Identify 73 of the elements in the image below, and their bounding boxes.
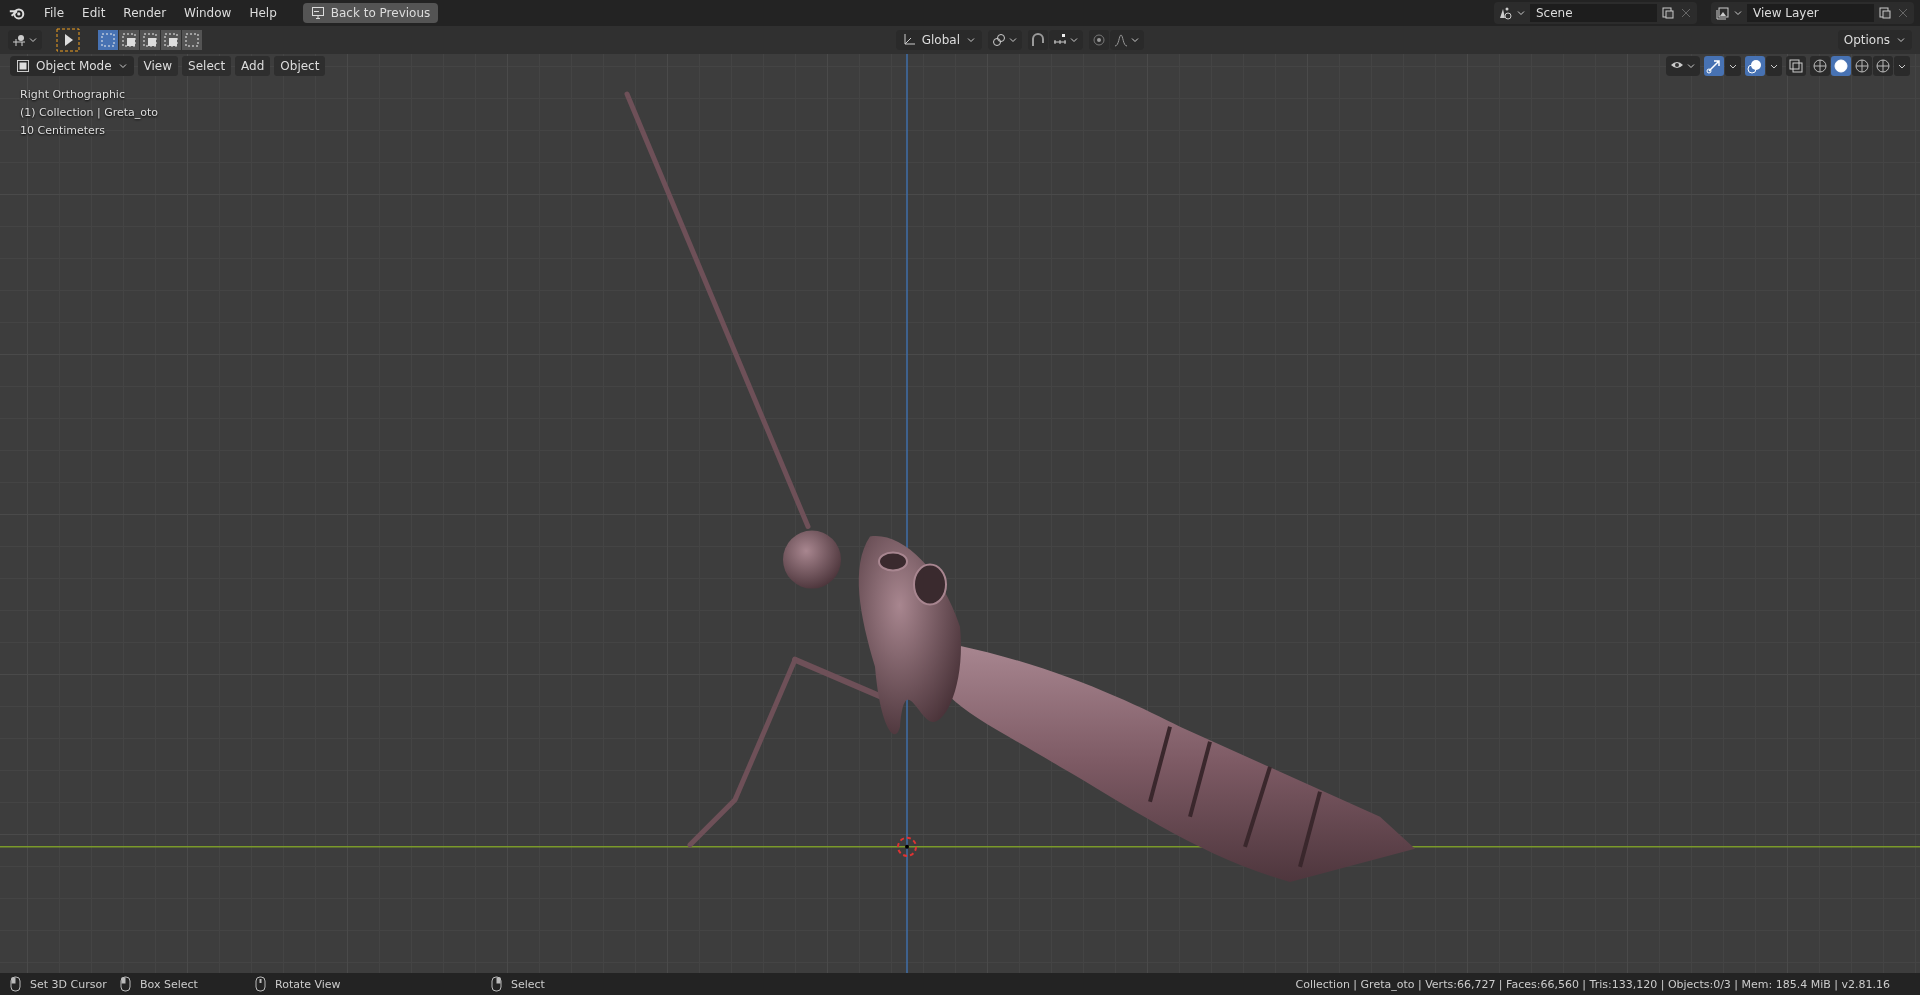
- overlays-icon[interactable]: [1745, 56, 1765, 76]
- menu-item[interactable]: Help: [241, 3, 285, 23]
- scene-name-field[interactable]: Scene: [1530, 4, 1657, 22]
- view-layer-selector[interactable]: View Layer: [1711, 2, 1914, 24]
- selection-mode-icon[interactable]: [140, 30, 160, 50]
- ruler-icon: [1053, 33, 1067, 47]
- shortcut-hint-text: Select: [511, 977, 545, 991]
- cube-icon: [16, 59, 30, 73]
- image-stack-icon: [1715, 6, 1729, 20]
- chevron-down-icon: [966, 35, 976, 45]
- back-to-previous-button[interactable]: Back to Previous: [302, 3, 439, 23]
- viewport-editor-icon: [12, 33, 26, 47]
- close-icon[interactable]: [1896, 6, 1910, 20]
- chevron-down-icon: [1686, 61, 1696, 71]
- viewport-info-text: (1) Collection | Greta_oto: [20, 106, 159, 119]
- gizmo-icon[interactable]: [1704, 56, 1724, 76]
- snap-target-dropdown[interactable]: [1049, 30, 1083, 50]
- link-icon: [992, 33, 1006, 47]
- viewport-info-text: 10 Centimeters: [20, 124, 106, 137]
- chevron-down-icon: [1733, 8, 1743, 18]
- menu-item[interactable]: Edit: [74, 3, 114, 23]
- magnet-icon[interactable]: [1028, 30, 1048, 50]
- mouse-icon: [120, 976, 132, 992]
- viewport-menu-item[interactable]: Select: [182, 56, 232, 76]
- chevron-down-icon: [1008, 35, 1018, 45]
- chevron-down-icon: [1130, 35, 1140, 45]
- selection-mode-icon[interactable]: [161, 30, 181, 50]
- shading-mode-icon[interactable]: [1831, 56, 1851, 76]
- chevron-down-icon: [1069, 35, 1079, 45]
- shading-mode-icon[interactable]: [1852, 56, 1872, 76]
- mouse-icon: [10, 976, 22, 992]
- chevron-down-icon: [117, 61, 128, 71]
- axes-icon: [901, 33, 916, 47]
- visibility-dropdown[interactable]: [1666, 56, 1700, 76]
- menu-item[interactable]: Render: [115, 3, 175, 23]
- 3d-cursor-icon[interactable]: [897, 836, 917, 857]
- scene-selector[interactable]: Scene: [1494, 2, 1697, 24]
- shortcut-hint-text: Box Select: [140, 977, 198, 991]
- proportional-edit-icon[interactable]: [1089, 30, 1109, 50]
- selection-mode-icon[interactable]: [119, 30, 139, 50]
- xray-toggle-icon[interactable]: [1786, 56, 1806, 76]
- copy-icon[interactable]: [1661, 6, 1675, 20]
- shading-mode-icon[interactable]: [1873, 56, 1893, 76]
- mode-dropdown[interactable]: Object Mode: [10, 56, 134, 76]
- menu-item[interactable]: Window: [176, 3, 240, 23]
- chevron-down-icon: [28, 35, 38, 45]
- 3d-viewport[interactable]: Global Options Object Mode View Select Add Object Right Orthographic (1) Collection | Greta_oto 10 Centimeters: [0, 26, 1920, 973]
- scene-statistics-text: Collection | Greta_oto | Verts:66,727 | Faces:66,560 | Tris:133,120 | Objects:0/3 | Mem: 185.4 MiB | v2.81.16: [1295, 977, 1890, 991]
- viewport-menu-item[interactable]: Add: [235, 56, 271, 76]
- falloff-curve-icon: [1114, 33, 1128, 47]
- view-layer-name-field[interactable]: View Layer: [1747, 4, 1874, 22]
- viewport-menu-item[interactable]: View: [137, 56, 179, 76]
- pivot-point-dropdown[interactable]: [988, 30, 1022, 50]
- mouse-icon: [491, 976, 503, 992]
- mouse-icon: [255, 976, 267, 992]
- selection-mode-icon[interactable]: [182, 30, 202, 50]
- options-dropdown[interactable]: Options: [1837, 30, 1912, 50]
- close-icon[interactable]: [1679, 6, 1693, 20]
- shortcut-hint-text: Set 3D Cursor: [30, 977, 107, 991]
- select-tool-icon[interactable]: [56, 28, 80, 52]
- falloff-dropdown[interactable]: [1110, 30, 1144, 50]
- viewport-info-text: Right Orthographic: [20, 88, 125, 101]
- transform-orientation-dropdown[interactable]: Global: [895, 30, 982, 50]
- editor-type-button[interactable]: [8, 30, 42, 50]
- shading-mode-icon[interactable]: [1810, 56, 1830, 76]
- chevron-down-icon: [1516, 8, 1526, 18]
- menu-item[interactable]: File: [36, 3, 73, 23]
- copy-icon[interactable]: [1878, 6, 1892, 20]
- shortcut-hint-text: Rotate View: [275, 977, 341, 991]
- chevron-down-icon: [1896, 35, 1906, 45]
- screen-icon: [310, 6, 325, 20]
- viewport-menu-item[interactable]: Object: [274, 56, 326, 76]
- scene-icon: [1498, 6, 1512, 20]
